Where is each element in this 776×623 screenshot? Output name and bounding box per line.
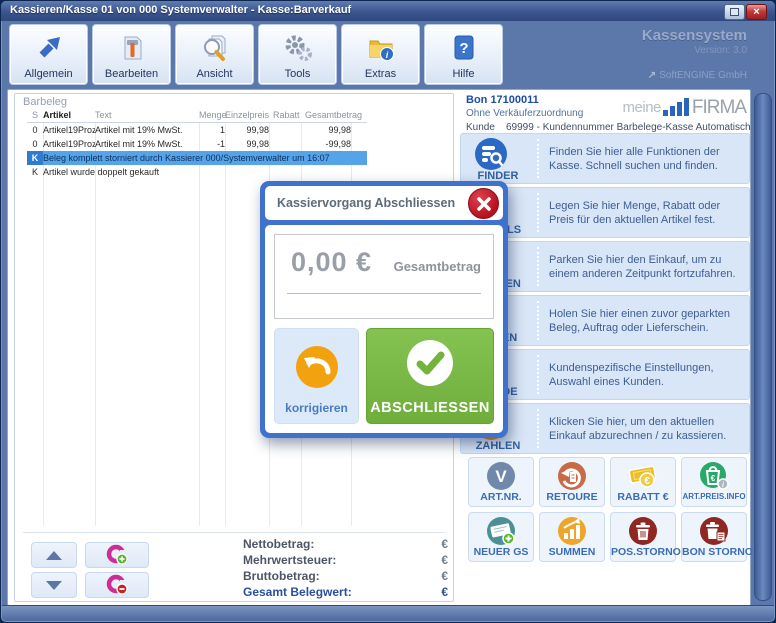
receipt-table: S Artikel Text Menge Einzelpreis Rabatt …: [27, 108, 367, 179]
help-question-icon: ?: [449, 30, 479, 66]
total-mwst: Mehrwertsteuer:€: [243, 552, 448, 568]
scroll-down-button[interactable]: [31, 572, 77, 598]
total-amount: 0,00 €: [291, 247, 372, 278]
restore-icon: [730, 8, 739, 16]
action-pos-storno[interactable]: POS.STORNO: [610, 512, 676, 562]
action-bon-storno[interactable]: BON STORNO: [681, 512, 747, 562]
footer-separator: [23, 532, 445, 533]
checkout-dialog: Kassiervorgang Abschliessen 0,00 € Gesam…: [260, 181, 508, 438]
status-bar: [2, 605, 774, 621]
dialog-close-button[interactable]: [468, 188, 499, 219]
finder-icon: [474, 137, 508, 171]
action-neuer-gs[interactable]: NEUER GS: [468, 512, 534, 562]
toolbar-button-allgemein[interactable]: Allgemein: [9, 24, 88, 85]
abschliessen-button[interactable]: ABSCHLIESSEN: [366, 328, 494, 424]
toolbar-button-ansicht[interactable]: Ansicht: [175, 24, 254, 85]
svg-text:?: ?: [459, 40, 468, 57]
total-netto: Nettobetrag:€: [243, 536, 448, 552]
toolbar-button-hilfe[interactable]: ? Hilfe: [424, 24, 503, 85]
arrow-up-icon: [46, 551, 62, 560]
total-brutto: Bruttobetrag:€: [243, 568, 448, 584]
external-link-arrow-icon: ↗: [648, 70, 656, 81]
toolbar-button-tools[interactable]: Tools: [258, 24, 337, 85]
vertical-scrollbar[interactable]: [754, 93, 772, 601]
arrow-down-icon: [46, 581, 62, 590]
storno-message: Beleg komplett storniert durch Kassierer…: [43, 151, 367, 165]
window-title: Kassieren/Kasse 01 von 000 Systemverwalt…: [1, 1, 775, 16]
toolbar: Allgemein Bearbeiten Ansicht Tools i Ext…: [9, 24, 503, 86]
toolbar-button-bearbeiten[interactable]: Bearbeiten: [92, 24, 171, 85]
svg-text:€: €: [711, 474, 716, 483]
svg-text:€: €: [644, 476, 650, 487]
bon-number: Bon 17100011: [466, 94, 539, 106]
rabatt-icon: €: [611, 460, 675, 491]
folder-info-icon: i: [366, 30, 396, 66]
remove-position-icon: [105, 573, 129, 597]
action-artnr[interactable]: V ART.NR.: [468, 457, 534, 507]
checkmark-icon: [407, 340, 453, 386]
pos-storno-icon: [611, 515, 675, 546]
add-position-button[interactable]: [85, 542, 149, 568]
close-icon: ×: [753, 6, 759, 18]
art-preis-info-icon: €i: [682, 460, 746, 491]
logo-bars-icon: [663, 98, 689, 116]
seller-info: Ohne Verkäuferzuordnung: [466, 108, 583, 119]
edit-hammer-icon: [117, 30, 147, 66]
titlebar: Kassieren/Kasse 01 von 000 Systemverwalt…: [1, 1, 775, 21]
dialog-titlebar: Kassiervorgang Abschliessen: [265, 186, 503, 220]
function-finder[interactable]: FINDER Finden Sie hier alle Funktionen d…: [460, 133, 750, 184]
app-window: Kassieren/Kasse 01 von 000 Systemverwalt…: [0, 0, 776, 623]
svg-text:V: V: [495, 467, 507, 486]
close-button[interactable]: ×: [746, 4, 767, 20]
retoure-icon: [540, 460, 604, 491]
undo-arrow-icon: [295, 345, 339, 389]
totals-block: Nettobetrag:€ Mehrwertsteuer:€ Bruttobet…: [243, 536, 448, 600]
brand-version: Version: 3.0: [642, 45, 747, 56]
table-row[interactable]: 0 Artikel19Prozer Artikel mit 19% MwSt. …: [27, 137, 367, 151]
gears-icon: [283, 30, 313, 66]
table-row[interactable]: 0 Artikel19Prozer Artikel mit 19% MwSt. …: [27, 123, 367, 137]
action-art-preis-info[interactable]: €i ART.PREIS.INFO: [681, 457, 747, 507]
meine-firma-logo: meine FIRMA: [623, 98, 746, 117]
dialog-body: 0,00 € Gesamtbetrag korrigieren ABSCHLIE…: [265, 225, 503, 433]
add-position-icon: [105, 543, 129, 567]
korrigieren-button[interactable]: korrigieren: [274, 328, 359, 424]
amount-underline: [287, 293, 481, 294]
action-summen[interactable]: SUMMEN: [539, 512, 605, 562]
bon-storno-icon: [682, 515, 746, 546]
amount-label: Gesamtbetrag: [394, 259, 481, 274]
artnr-icon: V: [469, 460, 533, 491]
amount-display[interactable]: 0,00 € Gesamtbetrag: [274, 234, 494, 319]
scroll-up-button[interactable]: [31, 542, 77, 568]
table-header-row: S Artikel Text Menge Einzelpreis Rabatt …: [27, 108, 367, 123]
restore-button[interactable]: [724, 4, 745, 20]
close-x-icon: [476, 196, 492, 212]
receipt-panel-title: Barbeleg: [23, 96, 67, 108]
table-row[interactable]: K Artikel wurde doppelt gekauft: [27, 165, 367, 179]
action-retoure[interactable]: RETOURE: [539, 457, 605, 507]
remove-position-button[interactable]: [85, 572, 149, 598]
nav-arrow-icon: [34, 30, 64, 66]
summen-icon: [540, 515, 604, 546]
customer-info: Kunde69999 - Kundennummer Barbelege-Kass…: [466, 122, 751, 133]
brand-block: Kassensystem Version: 3.0: [642, 27, 747, 56]
table-row-selected[interactable]: K Beleg komplett storniert durch Kassier…: [27, 151, 367, 165]
toolbar-button-extras[interactable]: i Extras: [341, 24, 420, 85]
view-magnifier-icon: [200, 30, 230, 66]
total-belegwert: Gesamt Belegwert:€: [243, 584, 448, 600]
company-link[interactable]: ↗SoftENGINE GmbH: [648, 70, 747, 81]
brand-title: Kassensystem: [642, 27, 747, 44]
action-rabatt[interactable]: € RABATT €: [610, 457, 676, 507]
neuer-gs-icon: [469, 515, 533, 546]
